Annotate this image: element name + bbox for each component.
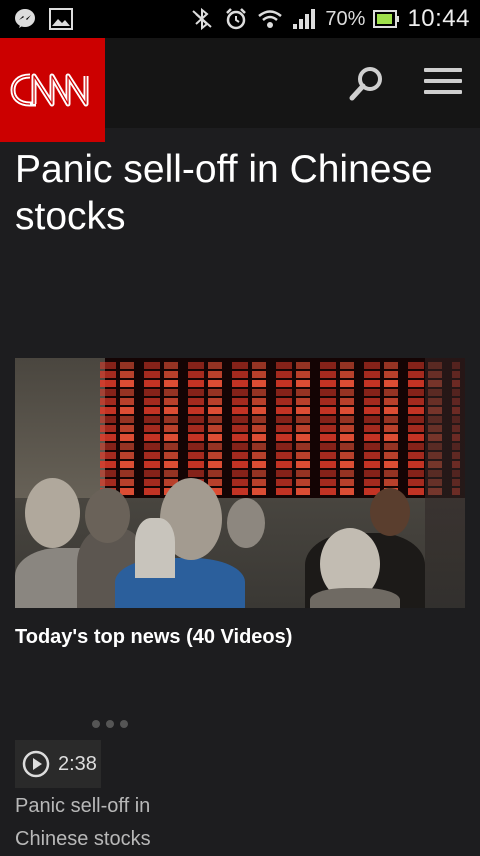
status-bar: 70% 10:44 (0, 0, 480, 38)
signal-icon (291, 6, 317, 32)
wifi-icon (257, 6, 283, 32)
search-button[interactable] (346, 64, 386, 104)
stock-board-row (100, 488, 460, 495)
stock-board-row (100, 479, 460, 486)
app-bar (0, 38, 480, 142)
gallery-icon (48, 6, 74, 32)
video-duration-badge[interactable]: 2:38 (15, 740, 101, 788)
stock-board-row (100, 407, 460, 414)
video-thumbnail[interactable] (15, 358, 465, 608)
stock-board-row (100, 461, 460, 468)
search-icon (349, 67, 382, 101)
stock-board-row (100, 470, 460, 477)
menu-icon-bar (424, 79, 462, 83)
stock-board-row (100, 434, 460, 441)
stock-board-row (100, 362, 460, 369)
stock-board-row (100, 389, 460, 396)
menu-button[interactable] (424, 68, 462, 100)
section-title[interactable]: Today's top news (40 Videos) (15, 626, 292, 649)
messenger-icon (12, 6, 38, 32)
video-duration: 2:38 (58, 752, 97, 775)
bluetooth-off-icon (189, 6, 215, 32)
stock-board-row (100, 416, 460, 423)
battery-icon (373, 6, 400, 32)
cnn-logo[interactable] (0, 38, 105, 142)
stock-board-row (100, 443, 460, 450)
clock: 10:44 (407, 5, 470, 32)
stock-board-row (100, 452, 460, 459)
menu-icon-bar (424, 68, 462, 72)
stock-board-row (100, 398, 460, 405)
loading-dots (92, 720, 128, 728)
play-icon (22, 750, 50, 778)
video-caption[interactable]: Panic sell-off in Chinese stocks (15, 790, 215, 856)
stock-board-row (100, 380, 460, 387)
stock-board-row (100, 371, 460, 378)
alarm-icon (223, 6, 249, 32)
stock-board-row (100, 425, 460, 432)
battery-percent: 70% (325, 7, 366, 30)
menu-icon-bar (424, 90, 462, 94)
cnn-logo-mark (9, 73, 88, 107)
article-headline[interactable]: Panic sell-off in Chinese stocks (15, 146, 465, 240)
